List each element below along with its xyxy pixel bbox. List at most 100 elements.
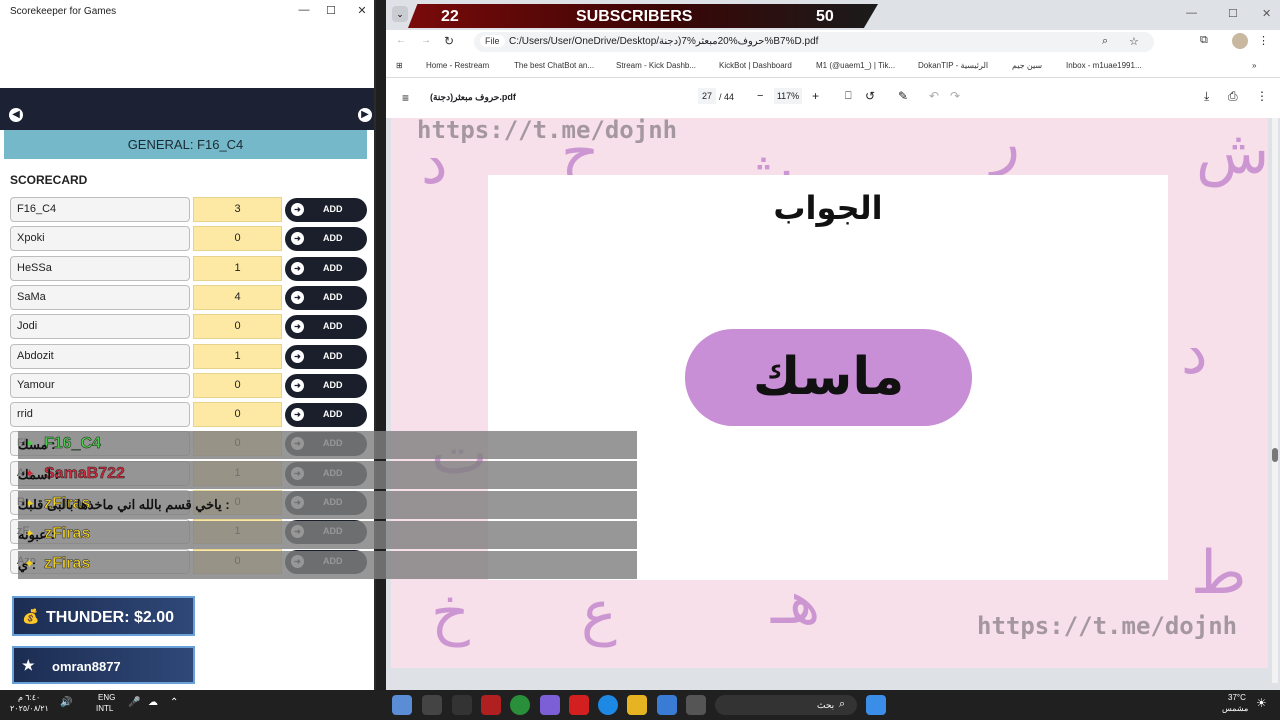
- bookmark-item[interactable]: DokanTIP - الرئيسية: [918, 61, 988, 70]
- player-score-field[interactable]: 3: [193, 197, 282, 222]
- player-name-field[interactable]: rrid: [10, 402, 190, 428]
- windows-start-icon[interactable]: [866, 695, 886, 715]
- bookmark-item[interactable]: KickBot | Dashboard: [719, 61, 792, 70]
- back-icon[interactable]: ←: [396, 35, 406, 46]
- add-button[interactable]: ➜ ADD: [285, 285, 367, 310]
- bookmark-item[interactable]: The best ChatBot an...: [514, 61, 594, 70]
- minimize-icon[interactable]: —: [296, 4, 312, 16]
- taskbar-app-icon[interactable]: [481, 695, 501, 715]
- chat-text: ي :: [18, 557, 37, 572]
- player-name-field[interactable]: Xpoki: [10, 226, 190, 252]
- taskbar-app-icon[interactable]: [540, 695, 560, 715]
- extensions-icon[interactable]: ⧉: [1200, 34, 1208, 47]
- follower-alert-text: omran8877: [52, 659, 121, 674]
- add-button[interactable]: ➜ ADD: [285, 198, 367, 222]
- menu-icon[interactable]: ⋮: [1258, 34, 1269, 47]
- page-number-input[interactable]: 27: [698, 88, 716, 104]
- url-text: C:/Users/User/OneDrive/Desktop/حروف%20مب…: [509, 36, 819, 47]
- bookmark-item[interactable]: Stream - Kick Dashb...: [616, 61, 696, 70]
- more-bookmarks-icon[interactable]: »: [1252, 61, 1256, 70]
- player-score-field[interactable]: 0: [193, 402, 282, 428]
- back-arrow-icon[interactable]: ◀: [9, 108, 23, 122]
- print-icon[interactable]: ⎙: [1228, 89, 1238, 104]
- close-icon[interactable]: ✕: [354, 4, 370, 17]
- tab-search-icon[interactable]: ⌄: [392, 6, 408, 22]
- player-name-field[interactable]: SaMa: [10, 284, 190, 310]
- player-score-field[interactable]: 4: [193, 284, 282, 310]
- player-score-field[interactable]: 0: [193, 314, 282, 340]
- player-name-field[interactable]: HeSSa: [10, 255, 190, 281]
- cloud-icon[interactable]: ☁: [148, 697, 158, 708]
- clock-date: ٢٠٢٥/٠٨/٢١: [10, 704, 49, 713]
- lang-top[interactable]: ENG: [98, 693, 115, 702]
- weather-icon[interactable]: ☀: [1256, 696, 1267, 710]
- folder-icon[interactable]: [627, 695, 647, 715]
- player-score-field[interactable]: 1: [193, 255, 282, 281]
- player-name-field[interactable]: F16_C4: [10, 197, 190, 222]
- bookmark-star-icon[interactable]: ☆: [1129, 35, 1139, 48]
- browser-maximize-icon[interactable]: ☐: [1228, 7, 1238, 20]
- zoom-in-icon[interactable]: +: [812, 89, 819, 103]
- arrow-right-icon: ➜: [291, 320, 304, 334]
- clock-time: ٦:٤٠ م: [18, 693, 41, 702]
- chrome-icon[interactable]: [510, 695, 530, 715]
- youtube-icon[interactable]: [569, 695, 589, 715]
- maximize-icon[interactable]: ☐: [323, 4, 339, 17]
- add-button[interactable]: ➜ ADD: [285, 403, 367, 428]
- player-name-field[interactable]: Abdozit: [10, 343, 190, 369]
- bookmark-item[interactable]: Home - Restream: [426, 61, 489, 70]
- player-name-field[interactable]: Yamour: [10, 372, 190, 398]
- player-score-field[interactable]: 0: [193, 372, 282, 398]
- taskbar-app-icon[interactable]: [452, 695, 472, 715]
- profile-avatar[interactable]: [1232, 33, 1248, 49]
- more-options-icon[interactable]: ⋮: [1256, 89, 1268, 103]
- forward-arrow-icon[interactable]: ▶: [358, 108, 372, 122]
- redo-icon[interactable]: ↷: [950, 89, 960, 103]
- taskview-icon[interactable]: [686, 695, 706, 715]
- chevron-up-icon[interactable]: ⌃: [170, 697, 178, 708]
- file-chip[interactable]: File: [480, 35, 505, 47]
- store-icon[interactable]: [657, 695, 677, 715]
- bookmark-item[interactable]: Inbox - m1uae1991...: [1066, 61, 1142, 70]
- pdf-scrollbar[interactable]: [1272, 118, 1278, 683]
- thunder-alert-text: THUNDER: $2.00: [46, 609, 175, 626]
- scorecard-row: SaMa 4 ➜ ADD: [10, 284, 370, 310]
- edge-icon[interactable]: [598, 695, 618, 715]
- zoom-out-icon[interactable]: −: [757, 90, 763, 102]
- taskbar-app-icon[interactable]: [392, 695, 412, 715]
- speaker-icon[interactable]: 🔊: [60, 697, 72, 708]
- zoom-icon[interactable]: ⌕: [1102, 35, 1108, 48]
- add-button[interactable]: ➜ ADD: [285, 373, 367, 398]
- add-button[interactable]: ➜ ADD: [285, 315, 367, 340]
- hamburger-icon[interactable]: ≡: [402, 91, 409, 105]
- bookmark-item[interactable]: سين جيم: [1012, 61, 1042, 70]
- add-label: ADD: [323, 233, 343, 244]
- scrollbar-thumb[interactable]: [1272, 448, 1278, 462]
- bookmark-item[interactable]: M1 (@uaem1_) | Tik...: [816, 61, 895, 70]
- zoom-level[interactable]: 117%: [774, 88, 802, 104]
- reload-icon[interactable]: ↻: [444, 34, 454, 48]
- apps-grid-icon[interactable]: ⊞: [396, 61, 403, 70]
- draw-icon[interactable]: ✎: [898, 89, 908, 103]
- player-score-field[interactable]: 1: [193, 343, 282, 369]
- search-box[interactable]: بحث ⌕: [715, 695, 857, 715]
- forward-icon[interactable]: →: [421, 35, 431, 46]
- browser-minimize-icon[interactable]: —: [1186, 7, 1197, 19]
- taskbar-app-icon[interactable]: [422, 695, 442, 715]
- add-button[interactable]: ➜ ADD: [285, 344, 367, 369]
- player-name-field[interactable]: Jodi: [10, 314, 190, 340]
- fit-page-icon[interactable]: ⎕: [845, 90, 852, 103]
- browser-close-icon[interactable]: ✕: [1262, 7, 1271, 20]
- undo-icon[interactable]: ↶: [929, 89, 939, 103]
- lang-bottom[interactable]: INTL: [96, 704, 113, 713]
- address-bar[interactable]: File C:/Users/User/OneDrive/Desktop/حروف…: [474, 32, 1154, 52]
- mic-icon[interactable]: 🎤: [128, 697, 140, 708]
- player-score-field[interactable]: 0: [193, 226, 282, 252]
- add-button[interactable]: ➜ ADD: [285, 256, 367, 281]
- scorecard-row: F16_C4 3 ➜ ADD: [10, 197, 370, 222]
- rotate-icon[interactable]: ↺: [865, 89, 875, 103]
- add-button[interactable]: ➜ ADD: [285, 227, 367, 252]
- arrow-right-icon: ➜: [291, 349, 304, 363]
- chat-text: اسمك :: [18, 467, 59, 482]
- download-icon[interactable]: ⤓: [1204, 89, 1209, 104]
